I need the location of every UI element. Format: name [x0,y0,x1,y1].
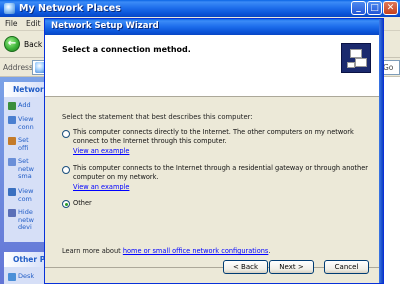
learn-more-prefix: Learn more about [62,247,121,255]
explorer-title: My Network Places [19,3,121,14]
option-direct-example-link[interactable]: View an example [73,147,129,155]
option-other-radio[interactable] [62,200,70,208]
network-places-icon [4,3,15,14]
home-network-icon [8,137,16,145]
maximize-button[interactable]: □ [367,1,382,15]
wizard-header: Select a connection method. [45,35,379,97]
explorer-titlebar: My Network Places _ □ ✕ [0,0,400,17]
back-button-label[interactable]: Back [24,40,42,49]
learn-more-suffix: . [268,247,271,255]
option-other-text[interactable]: Other [73,199,369,208]
minimize-button[interactable]: _ [351,1,366,15]
wizard-body: Select the statement that best describes… [45,97,379,267]
workgroup-computers-icon [8,188,16,196]
wizard-prompt: Select the statement that best describes… [62,113,253,121]
option-gateway-radio[interactable] [62,166,70,174]
upnp-devices-icon [8,209,16,217]
cancel-button[interactable]: Cancel [324,260,369,274]
option-gateway-example-link[interactable]: View an example [73,183,129,191]
menu-file[interactable]: File [5,19,18,28]
network-setup-wizard: Network Setup Wizard Select a connection… [44,18,384,284]
wireless-network-icon [8,158,16,166]
option-direct-text[interactable]: This computer connects directly to the I… [73,128,369,145]
close-button[interactable]: ✕ [383,1,398,15]
address-label: Address [3,63,33,72]
network-computers-icon [341,43,371,73]
network-connections-icon [8,116,16,124]
learn-more: Learn more about home or small office ne… [62,247,270,255]
wizard-heading: Select a connection method. [62,45,191,54]
back-arrow-icon[interactable]: ← [4,36,20,52]
wizard-titlebar[interactable]: Network Setup Wizard [45,19,383,35]
go-button[interactable]: Go [383,63,393,72]
option-direct-radio[interactable] [62,130,70,138]
desktop-icon [8,273,16,281]
option-gateway-text[interactable]: This computer connects to the Internet t… [73,164,369,181]
menu-edit[interactable]: Edit [26,19,41,28]
add-network-place-icon [8,102,16,110]
back-button[interactable]: < Back [223,260,268,274]
wizard-frame-edge [379,19,383,283]
next-button[interactable]: Next > [269,260,314,274]
wizard-title: Network Setup Wizard [51,21,159,31]
network-configurations-link[interactable]: home or small office network configurati… [123,247,269,255]
